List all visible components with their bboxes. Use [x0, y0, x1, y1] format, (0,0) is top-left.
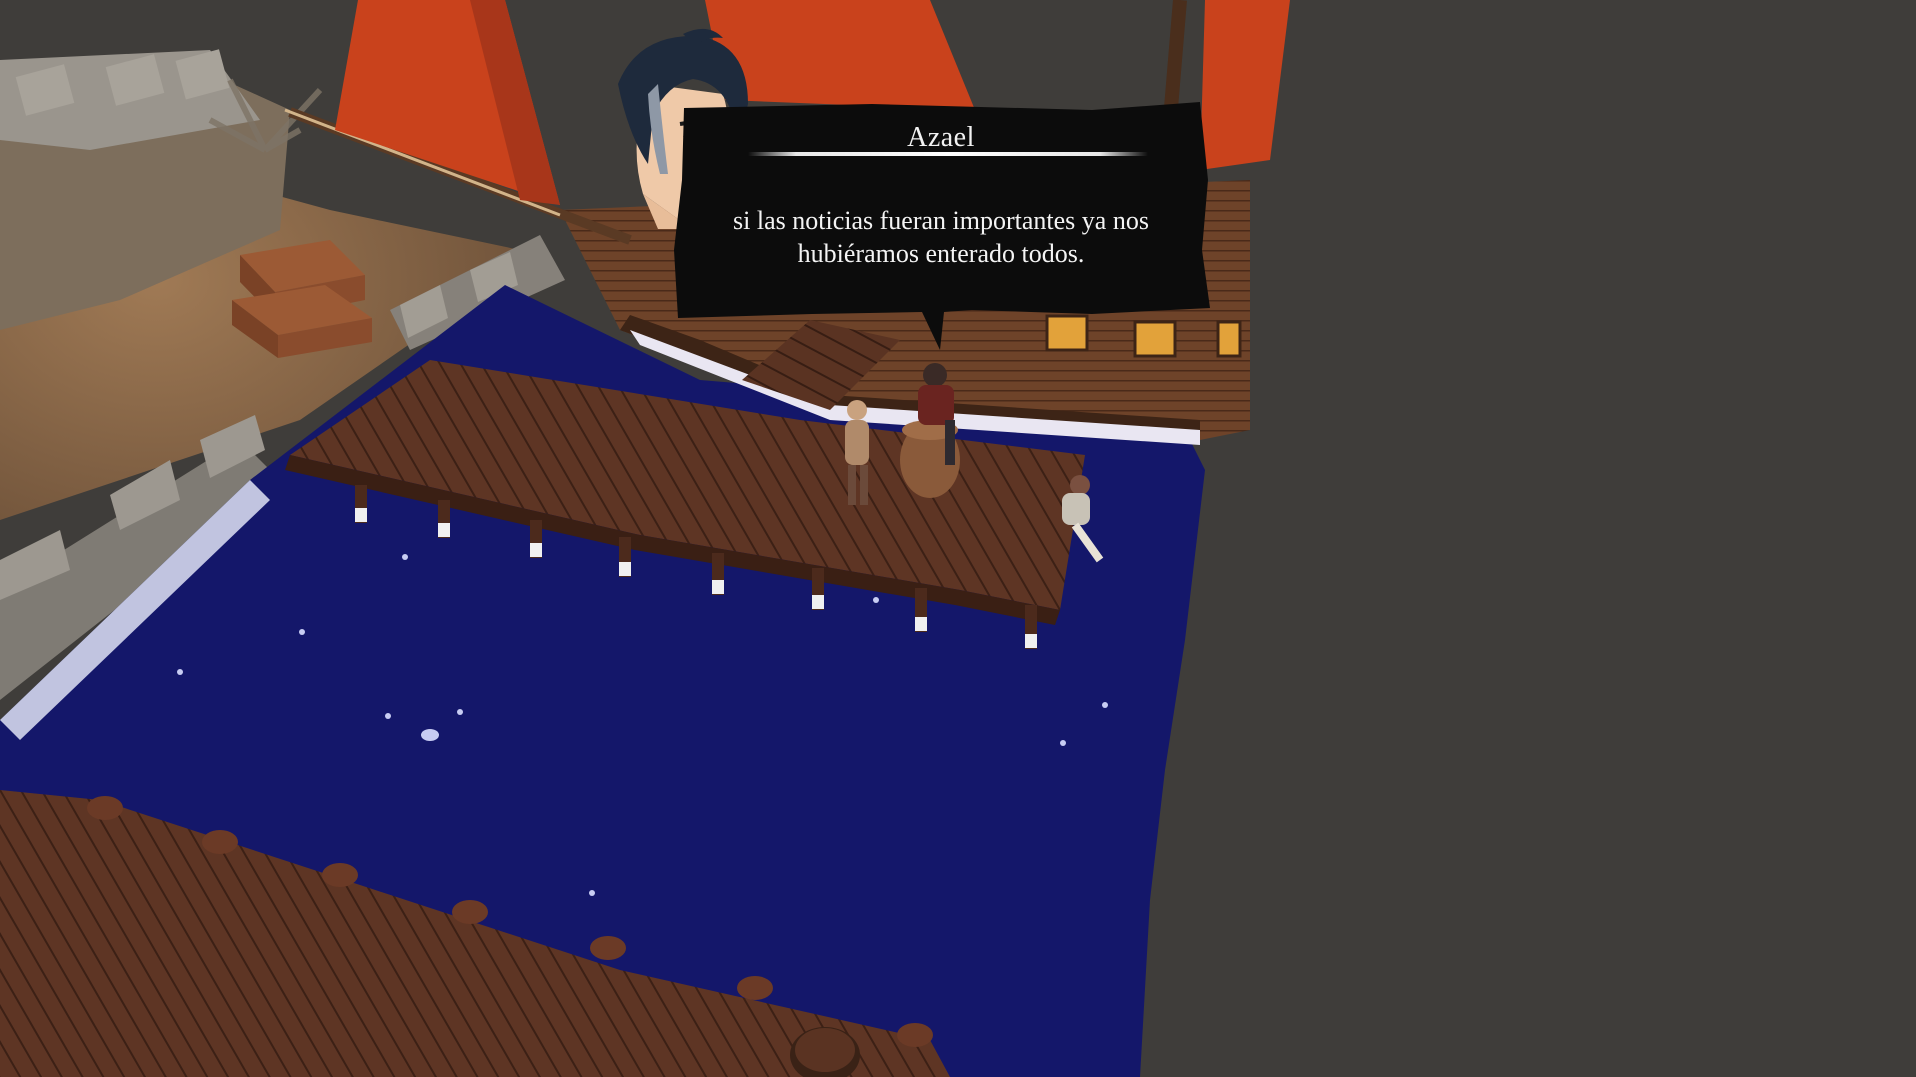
dialogue-text: si las noticias fueran importantes ya no…: [733, 206, 1149, 268]
dialogue-box[interactable]: Azael si las noticias fueran importantes…: [672, 100, 1210, 350]
speaker-divider: [748, 152, 1148, 156]
speaker-name: Azael: [907, 122, 975, 153]
